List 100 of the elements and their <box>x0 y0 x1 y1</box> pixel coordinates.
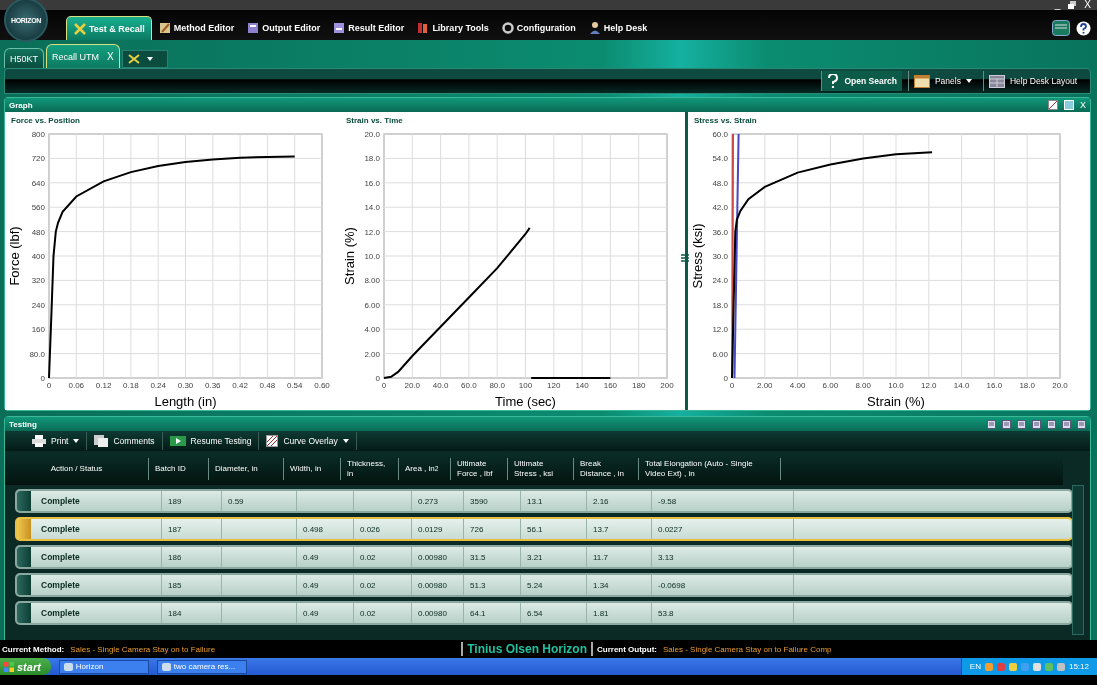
status-label: Current Output: <box>597 644 657 654</box>
tick-label: 0.30 <box>177 381 194 390</box>
tick-label: 20.0 <box>404 381 421 390</box>
menu-tab[interactable]: Test & Recall <box>66 16 152 40</box>
taskbar-button[interactable]: two camera res... <box>156 659 247 674</box>
menu-tab[interactable]: Output Editor <box>240 16 327 40</box>
tick-label: 20.0 <box>1052 381 1068 390</box>
panel-title: Testing <box>9 419 37 429</box>
tick-label: 2.00 <box>757 381 773 390</box>
table-cell: 0.49 <box>296 575 353 595</box>
minimize-button[interactable]: _ <box>1054 0 1061 10</box>
table-row[interactable]: Complete 189 0.59 0.273 3590 13.1 2.16 -9.58 <box>15 489 1073 513</box>
table-cell: 56.1 <box>520 519 586 539</box>
table-cell: 53.8 <box>651 603 793 623</box>
tick-label: 0.42 <box>232 381 248 390</box>
column-header[interactable]: Ultimate Stress , ksi <box>508 458 574 480</box>
tick-label: 6.00 <box>712 349 728 359</box>
table-row[interactable]: Complete 184 0.49 0.02 0.00980 64.1 6.54 1.81 53.8 <box>15 601 1073 625</box>
tick-label: 0 <box>723 374 728 383</box>
tick-label: 720 <box>31 154 45 164</box>
tick-label: 42.0 <box>712 203 728 213</box>
tick-label: 16.0 <box>986 381 1003 390</box>
table-cell: 0.02 <box>353 603 411 623</box>
table-cell: 0.0227 <box>651 519 793 539</box>
tick-label: 24.0 <box>712 276 728 286</box>
table-cell: 3.21 <box>520 547 586 567</box>
table-cell: 1.34 <box>586 575 651 595</box>
table-cell: 186 <box>161 547 221 567</box>
tick-label: 560 <box>31 203 45 213</box>
toolbar-button[interactable]: Help Desk Layout <box>982 71 1082 91</box>
tick-label: 12.0 <box>921 381 937 390</box>
table-cell: 726 <box>463 519 520 539</box>
document-tab[interactable]: Recall UTM X <box>46 44 120 68</box>
menu-tab[interactable]: Method Editor <box>151 16 241 40</box>
toolbar-button[interactable]: Curve Overlay <box>259 432 357 450</box>
status-value: Sales - Single Camera Stay on to Failure Comp <box>663 644 832 654</box>
axis-label: Time (sec) <box>495 394 556 409</box>
tick-label: 800 <box>31 130 45 139</box>
column-header[interactable]: Diameter, in <box>209 458 284 480</box>
tick-label: 48.0 <box>712 178 728 188</box>
menu-tab[interactable]: Help Desk <box>581 16 654 40</box>
tick-label: 0.54 <box>286 381 303 390</box>
clock: 15:12 <box>1068 662 1089 671</box>
tick-label: 0 <box>729 381 735 390</box>
taskbar-button[interactable]: Horizon <box>58 659 149 674</box>
table-cell: 51.3 <box>463 575 520 595</box>
column-header[interactable]: Batch ID <box>149 458 209 480</box>
toolbar-button[interactable]: Panels <box>907 71 977 91</box>
column-header[interactable]: Break Distance , in <box>574 458 639 480</box>
tick-label: 0.18 <box>123 381 139 390</box>
table-row[interactable]: Complete 185 0.49 0.02 0.00980 51.3 5.24 1.34 -0.0698 <box>15 573 1073 597</box>
tick-label: 240 <box>31 300 45 310</box>
table-row[interactable]: Complete 187 0.498 0.026 0.0129 726 56.1 13.7 0.0227 <box>15 517 1073 541</box>
tick-label: 20.0 <box>364 130 380 139</box>
tick-label: 120 <box>547 381 561 390</box>
table-cell: 0.49 <box>296 603 353 623</box>
column-header[interactable]: Action / Status <box>5 458 149 480</box>
menu-tab[interactable]: Result Editor <box>326 16 411 40</box>
tick-label: 4.00 <box>789 381 806 390</box>
table-cell: 0.00980 <box>411 603 463 623</box>
panel-title: Graph <box>9 100 33 110</box>
status-label: Current Method: <box>2 644 65 654</box>
table-cell: 0.02 <box>353 575 411 595</box>
column-header[interactable]: Ultimate Force , lbf <box>451 458 508 480</box>
tick-label: 0.36 <box>205 381 221 390</box>
close-button[interactable]: X <box>1080 100 1086 110</box>
start-button[interactable]: start <box>0 658 51 675</box>
tick-label: 14.0 <box>364 203 380 213</box>
tick-label: 60.0 <box>712 130 728 139</box>
column-header[interactable]: Width, in <box>284 458 341 480</box>
axis-label: Strain (%) <box>342 227 357 285</box>
column-header[interactable]: Total Elongation (Auto - Single Video Ext) , in <box>639 458 781 480</box>
table-cell: 0.59 <box>221 491 296 511</box>
table-cell: 3590 <box>463 491 520 511</box>
toolbar-button[interactable]: Resume Testing <box>162 432 260 450</box>
tick-label: 80.0 <box>489 381 505 390</box>
status-text: Complete <box>41 496 80 506</box>
toolbar-button[interactable]: Open Search <box>821 71 902 91</box>
tick-label: 640 <box>31 178 45 188</box>
close-button[interactable]: X <box>1084 0 1091 10</box>
tick-label: 8.00 <box>364 276 380 286</box>
status-text: Complete <box>41 524 80 534</box>
menu-tab[interactable]: Library Tools <box>410 16 495 40</box>
tick-label: 160 <box>31 325 45 335</box>
document-tab[interactable]: H50KT <box>4 48 44 68</box>
tick-label: 12.0 <box>712 325 728 335</box>
tick-label: 18.0 <box>1019 381 1035 390</box>
tick-label: 320 <box>31 276 45 286</box>
column-header[interactable]: Thickness, in <box>341 458 399 480</box>
close-button[interactable]: X <box>107 51 114 62</box>
toolbar-button[interactable]: Comments <box>87 432 163 450</box>
axis-label: Force (lbf) <box>7 226 22 286</box>
table-cell: 5.24 <box>520 575 586 595</box>
tick-label: 0.24 <box>150 381 166 390</box>
table-row[interactable]: Complete 186 0.49 0.02 0.00980 31.5 3.21 11.7 3.13 <box>15 545 1073 569</box>
table-cell: -0.0698 <box>651 575 793 595</box>
menu-tab[interactable]: Configuration <box>494 16 582 40</box>
table-cell: 0.00980 <box>411 547 463 567</box>
toolbar-button[interactable]: Print <box>25 432 88 450</box>
tick-label: 18.0 <box>364 154 380 164</box>
